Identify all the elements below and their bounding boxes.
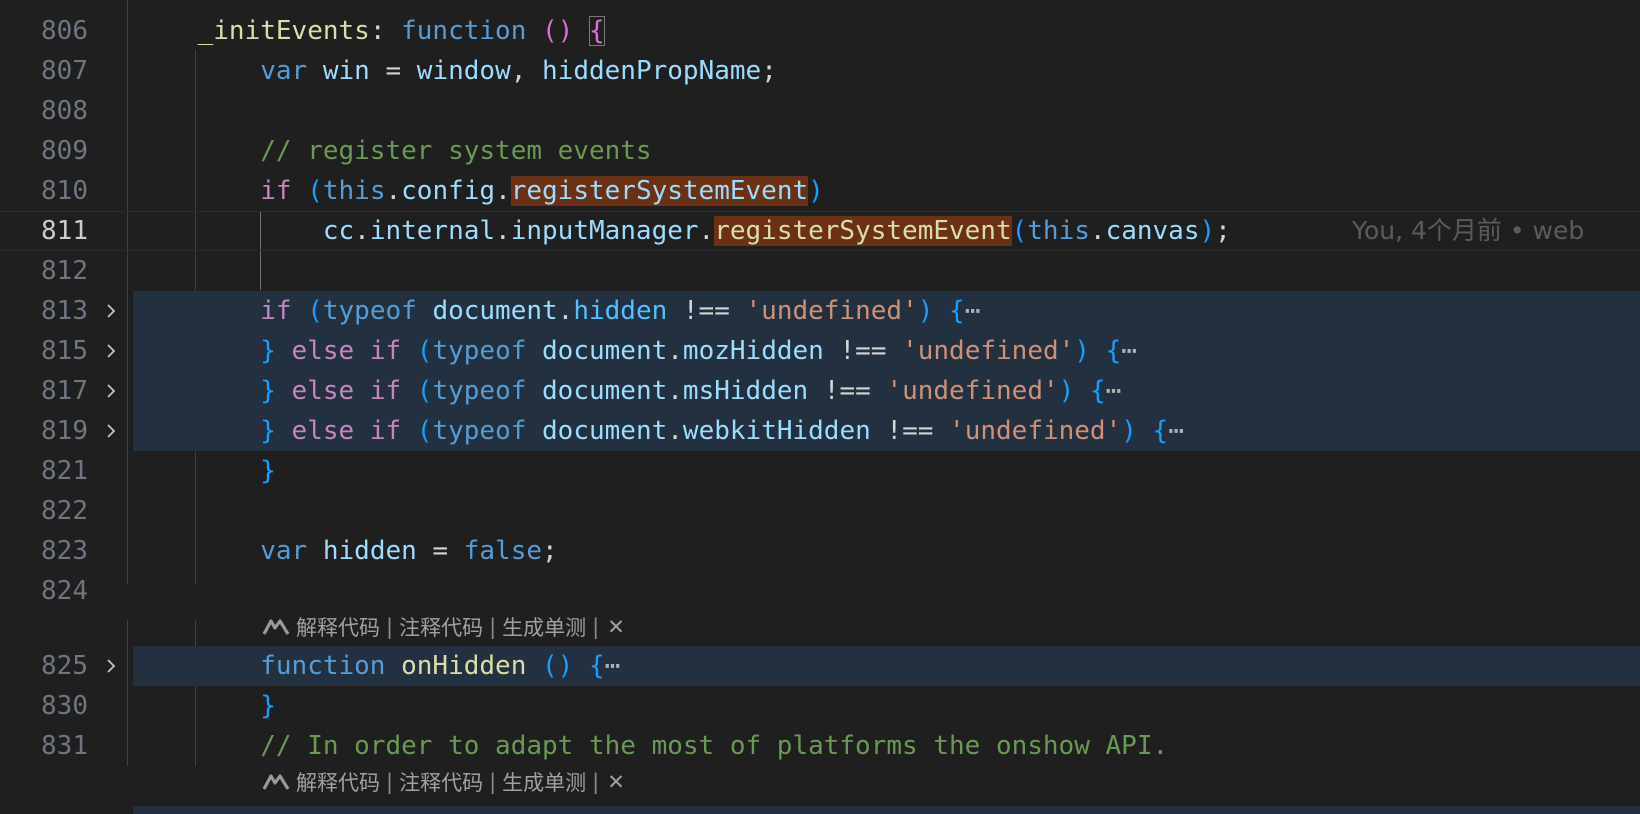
marscode-logo-icon <box>262 773 290 791</box>
codelens-separator: | <box>592 615 600 639</box>
code-text[interactable]: if (this.config.registerSystemEvent) <box>135 171 824 211</box>
chevron-right-icon[interactable] <box>103 383 119 399</box>
code-line-folded[interactable]: 825 function onHidden () {⋯ <box>0 646 1640 686</box>
code-text[interactable]: // register system events <box>135 131 651 171</box>
code-text[interactable]: // In order to adapt the most of platfor… <box>135 726 1168 766</box>
ai-codelens-bar: 解释代码 | 注释代码 | 生成单测 | ✕ <box>262 609 625 645</box>
code-text[interactable]: if (typeof document.hidden !== 'undefine… <box>135 291 980 331</box>
fold-ellipsis: ⋯ <box>964 296 981 326</box>
code-text[interactable]: function onHidden () {⋯ <box>135 646 620 686</box>
code-line-folded[interactable]: 815 } else if (typeof document.mozHidden… <box>0 331 1640 371</box>
line-number: 809 <box>41 136 88 166</box>
codelens-separator: | <box>489 615 497 639</box>
fold-ellipsis: ⋯ <box>604 651 621 681</box>
comment-code-link[interactable]: 注释代码 <box>399 612 483 642</box>
code-text[interactable]: } else if (typeof document.msHidden !== … <box>135 371 1121 411</box>
code-line[interactable]: 831 // In order to adapt the most of pla… <box>0 726 1640 766</box>
explain-code-link[interactable]: 解释代码 <box>296 767 380 797</box>
line-number: 824 <box>41 576 88 606</box>
code-line[interactable]: 812 <box>0 251 1640 291</box>
code-editor[interactable]: 806 _initEvents: function () { 807 var w… <box>0 0 1640 814</box>
line-number: 806 <box>41 16 88 46</box>
explain-code-link[interactable]: 解释代码 <box>296 612 380 642</box>
line-number: 830 <box>41 691 88 721</box>
code-line-folded[interactable]: 819 } else if (typeof document.webkitHid… <box>0 411 1640 451</box>
generate-test-link[interactable]: 生成单测 <box>502 767 586 797</box>
line-number: 810 <box>41 176 88 206</box>
git-blame-annotation[interactable]: You, 4个月前 • web <box>1352 211 1584 251</box>
chevron-right-icon[interactable] <box>103 658 119 674</box>
line-number: 819 <box>41 416 88 446</box>
next-line-partial <box>133 806 1640 814</box>
code-line[interactable]: 822 <box>0 491 1640 531</box>
code-text[interactable]: } <box>135 686 276 726</box>
line-number: 825 <box>41 651 88 681</box>
code-text[interactable]: } else if (typeof document.webkitHidden … <box>135 411 1184 451</box>
close-icon[interactable]: ✕ <box>607 770 625 794</box>
line-number: 821 <box>41 456 88 486</box>
code-text[interactable]: cc.internal.inputManager.registerSystemE… <box>135 211 1231 251</box>
search-highlight: registerSystemEvent <box>714 216 1012 246</box>
code-line[interactable]: 824 <box>0 571 1640 611</box>
line-number: 813 <box>41 296 88 326</box>
codelens-separator: | <box>386 770 394 794</box>
line-number: 807 <box>41 56 88 86</box>
line-number: 817 <box>41 376 88 406</box>
fold-ellipsis: ⋯ <box>1105 376 1122 406</box>
code-line[interactable]: 830 } <box>0 686 1640 726</box>
line-number: 823 <box>41 536 88 566</box>
code-text[interactable]: } else if (typeof document.mozHidden !==… <box>135 331 1137 371</box>
code-text[interactable]: var win = window, hiddenPropName; <box>135 51 777 91</box>
close-icon[interactable]: ✕ <box>607 615 625 639</box>
generate-test-link[interactable]: 生成单测 <box>502 612 586 642</box>
code-line[interactable]: 806 _initEvents: function () { <box>0 11 1640 51</box>
code-line-folded[interactable]: 817 } else if (typeof document.msHidden … <box>0 371 1640 411</box>
code-line-current[interactable]: 811 cc.internal.inputManager.registerSys… <box>0 211 1640 251</box>
comment-code-link[interactable]: 注释代码 <box>399 767 483 797</box>
line-number: 831 <box>41 731 88 761</box>
code-line[interactable]: 821 } <box>0 451 1640 491</box>
ai-codelens-bar: 解释代码 | 注释代码 | 生成单测 | ✕ <box>262 764 625 800</box>
code-text[interactable]: _initEvents: function () { <box>135 11 605 51</box>
code-text[interactable]: } <box>135 451 276 491</box>
line-number: 822 <box>41 496 88 526</box>
line-number: 815 <box>41 336 88 366</box>
codelens-separator: | <box>489 770 497 794</box>
codelens-separator: | <box>386 615 394 639</box>
code-line[interactable]: 807 var win = window, hiddenPropName; <box>0 51 1640 91</box>
chevron-right-icon[interactable] <box>103 423 119 439</box>
line-number: 811 <box>41 216 88 246</box>
line-number: 808 <box>41 96 88 126</box>
code-text[interactable]: var hidden = false; <box>135 531 557 571</box>
code-line[interactable]: 809 // register system events <box>0 131 1640 171</box>
codelens-separator: | <box>592 770 600 794</box>
chevron-right-icon[interactable] <box>103 343 119 359</box>
line-number: 812 <box>41 256 88 286</box>
code-line-folded[interactable]: 813 if (typeof document.hidden !== 'unde… <box>0 291 1640 331</box>
code-line[interactable]: 823 var hidden = false; <box>0 531 1640 571</box>
code-line[interactable]: 808 <box>0 91 1640 131</box>
marscode-logo-icon <box>262 618 290 636</box>
fold-ellipsis: ⋯ <box>1168 416 1184 446</box>
search-highlight: registerSystemEvent <box>510 176 809 206</box>
code-line[interactable]: 810 if (this.config.registerSystemEvent) <box>0 171 1640 211</box>
matching-brace: { <box>588 16 605 46</box>
chevron-right-icon[interactable] <box>103 303 119 319</box>
fold-ellipsis: ⋯ <box>1121 336 1137 366</box>
